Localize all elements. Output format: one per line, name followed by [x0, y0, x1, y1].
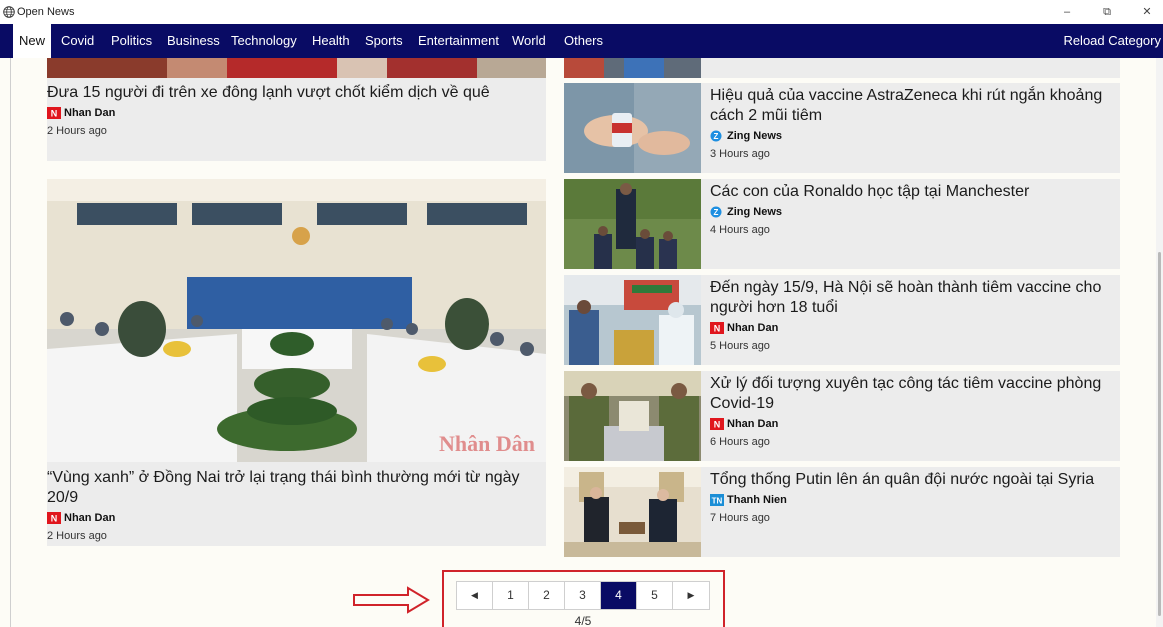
thanhnien-logo-icon: TN — [710, 494, 724, 506]
svg-text:TN: TN — [712, 497, 723, 506]
article-card-right-5[interactable]: Tổng thống Putin lên án quân đội nước ng… — [564, 467, 1120, 557]
nhandan-logo-icon: N — [710, 418, 724, 430]
zing-logo-icon: Z — [710, 130, 722, 142]
article-card-right-1[interactable]: Hiệu quả của vaccine AstraZeneca khi rút… — [564, 83, 1120, 173]
svg-text:Z: Z — [714, 132, 719, 141]
article-image — [564, 83, 701, 173]
pagination-prev-button[interactable]: ◀ — [457, 582, 493, 609]
article-time: 5 Hours ago — [710, 340, 770, 352]
pagination-page-3[interactable]: 3 — [565, 582, 601, 609]
article-card-right-3[interactable]: Đến ngày 15/9, Hà Nội sẽ hoàn thành tiêm… — [564, 275, 1120, 365]
article-source: Z Zing News — [710, 128, 1114, 144]
article-source: N Nhan Dan — [710, 416, 1114, 432]
pagination-next-button[interactable]: ▶ — [673, 582, 709, 609]
nhandan-logo-icon: N — [710, 322, 724, 334]
article-title[interactable]: Các con của Ronaldo học tập tại Manchest… — [710, 182, 1114, 202]
restore-button[interactable]: ⧉ — [1092, 2, 1122, 22]
nav-item-world[interactable]: World — [512, 24, 546, 58]
nav-item-entertainment[interactable]: Entertainment — [418, 24, 499, 58]
category-nav: New Covid Politics Business Technology H… — [0, 24, 1163, 58]
globe-icon — [3, 6, 15, 18]
annotation-arrow-icon — [353, 586, 430, 614]
article-title[interactable]: Đưa 15 người đi trên xe đông lạnh vượt c… — [47, 83, 542, 103]
article-time: 2 Hours ago — [47, 125, 107, 137]
svg-text:N: N — [51, 109, 58, 119]
article-title[interactable]: “Vùng xanh” ở Đồng Nai trở lại trạng thá… — [47, 468, 542, 508]
article-source: N Nhan Dan — [47, 510, 542, 526]
article-time: 4 Hours ago — [710, 224, 770, 236]
article-source: TN Thanh Nien — [710, 494, 787, 506]
article-image — [564, 179, 701, 269]
scrollbar-thumb[interactable] — [1158, 252, 1161, 616]
article-card-left-top[interactable]: Đưa 15 người đi trên xe đông lạnh vượt c… — [47, 58, 546, 161]
article-source: N Nhan Dan — [710, 320, 1114, 336]
app-title: Open News — [17, 6, 75, 18]
pagination-page-2[interactable]: 2 — [529, 582, 565, 609]
nav-item-health[interactable]: Health — [312, 24, 350, 58]
minimize-button[interactable]: – — [1052, 2, 1082, 22]
nav-item-technology[interactable]: Technology — [231, 24, 297, 58]
content-border — [10, 58, 11, 627]
reload-category-button[interactable]: Reload Category — [1063, 24, 1161, 58]
article-title[interactable]: Tổng thống Putin lên án quân đội nước ng… — [710, 470, 1114, 490]
nhandan-logo-icon: N — [47, 107, 61, 119]
article-card-right-2[interactable]: Các con của Ronaldo học tập tại Manchest… — [564, 179, 1120, 269]
pagination-page-5[interactable]: 5 — [637, 582, 673, 609]
close-button[interactable]: ✕ — [1132, 2, 1162, 22]
article-source: Z Zing News — [710, 204, 1114, 220]
pagination-page-4[interactable]: 4 — [601, 582, 637, 609]
article-image — [47, 58, 546, 78]
article-image — [564, 467, 701, 557]
article-source: N Nhan Dan — [47, 105, 542, 121]
article-time: 3 Hours ago — [710, 148, 770, 160]
article-card-right-partial[interactable] — [564, 58, 1120, 78]
nav-item-sports[interactable]: Sports — [365, 24, 403, 58]
article-time: 6 Hours ago — [710, 436, 770, 448]
nav-item-politics[interactable]: Politics — [111, 24, 152, 58]
nav-item-covid[interactable]: Covid — [61, 24, 94, 58]
title-bar: Open News – ⧉ ✕ — [0, 0, 1163, 24]
zing-logo-icon: Z — [710, 206, 722, 218]
article-image: Nhân Dân — [47, 179, 546, 462]
nhandan-logo-icon: N — [47, 512, 61, 524]
article-image — [564, 58, 701, 78]
svg-text:N: N — [714, 420, 721, 430]
pagination-page-1[interactable]: 1 — [493, 582, 529, 609]
svg-text:N: N — [51, 514, 58, 524]
pagination: ◀ 1 2 3 4 5 ▶ — [456, 581, 710, 610]
article-title[interactable]: Xử lý đối tượng xuyên tạc công tác tiêm … — [710, 374, 1114, 414]
article-title[interactable]: Hiệu quả của vaccine AstraZeneca khi rút… — [710, 86, 1114, 126]
article-image — [564, 371, 701, 461]
article-card-left-big[interactable]: Nhân Dân “Vùng xanh” ở Đồng Nai trở lại … — [47, 179, 546, 546]
pagination-info: 4/5 — [574, 614, 592, 627]
nav-item-new[interactable]: New — [13, 24, 52, 58]
nav-item-others[interactable]: Others — [564, 24, 603, 58]
svg-text:Z: Z — [714, 208, 719, 217]
article-time: 7 Hours ago — [710, 512, 770, 524]
article-image — [564, 275, 701, 365]
article-time: 2 Hours ago — [47, 530, 107, 542]
watermark-text: Nhân Dân — [439, 431, 535, 456]
article-card-right-4[interactable]: Xử lý đối tượng xuyên tạc công tác tiêm … — [564, 371, 1120, 461]
nav-item-business[interactable]: Business — [167, 24, 220, 58]
article-title[interactable]: Đến ngày 15/9, Hà Nội sẽ hoàn thành tiêm… — [710, 278, 1114, 318]
svg-text:N: N — [714, 324, 721, 334]
